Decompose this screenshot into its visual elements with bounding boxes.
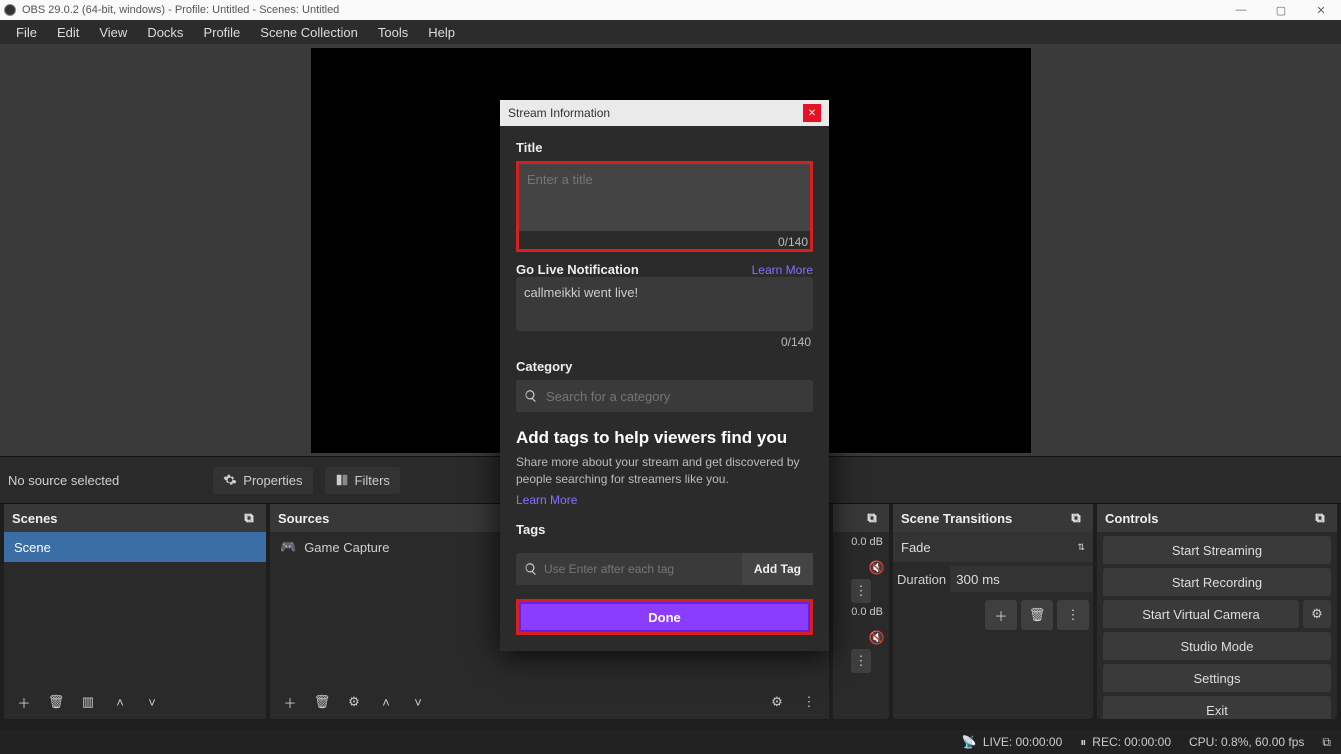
source-down-button[interactable]: ˅ [404, 688, 432, 716]
popout-icon[interactable]: ⧉ [1067, 509, 1085, 527]
remove-scene-button[interactable]: 🗑 [42, 688, 70, 716]
start-recording-button[interactable]: Start Recording [1103, 568, 1331, 596]
remove-transition-button[interactable]: 🗑 [1021, 600, 1053, 630]
filters-button[interactable]: Filters [325, 467, 400, 494]
title-count: 0/140 [519, 231, 810, 249]
gear-icon [223, 473, 237, 487]
audio-db-1: 0.0 dB [833, 536, 889, 548]
virtual-camera-settings-button[interactable]: ⚙ [1303, 600, 1331, 628]
cpu-status: CPU: 0.8%, 60.00 fps [1189, 735, 1304, 749]
title-label: Title [516, 140, 813, 155]
popout-icon[interactable]: ⧉ [240, 509, 258, 527]
scene-item[interactable]: Scene [4, 532, 266, 562]
done-highlight: Done [516, 599, 813, 635]
transitions-dock: Scene Transitions ⧉ Fade ⇅ Duration ▴▾ ＋… [893, 504, 1093, 719]
rec-status: REC: 00:00:00 [1092, 735, 1171, 749]
source-menu-button[interactable]: ⋮ [795, 688, 823, 716]
category-label: Category [516, 359, 813, 374]
add-source-button[interactable]: ＋ [276, 688, 304, 716]
stream-info-dialog: Stream Information ✕ Title 0/140 Go Live… [500, 100, 829, 651]
tags-input-wrap[interactable] [516, 553, 742, 585]
menu-file[interactable]: File [6, 22, 47, 43]
start-virtual-camera-button[interactable]: Start Virtual Camera [1103, 600, 1299, 628]
status-bar: 📡 LIVE: 00:00:00 ⏸ REC: 00:00:00 CPU: 0.8%… [0, 730, 1341, 754]
filters-icon [335, 473, 349, 487]
notif-input[interactable]: callmeikki went live! [516, 277, 813, 331]
menu-profile[interactable]: Profile [193, 22, 250, 43]
sources-title: Sources [278, 511, 329, 526]
leaf-icon: ⏸ [1080, 735, 1086, 750]
category-input[interactable] [546, 389, 805, 404]
search-icon [524, 562, 538, 576]
search-icon [524, 389, 538, 403]
maximize-button[interactable]: ▢ [1261, 4, 1301, 17]
controls-dock: Controls ⧉ Start Streaming Start Recordi… [1097, 504, 1337, 719]
gamepad-icon: 🎮 [280, 539, 296, 555]
broadcast-icon: 📡 [962, 735, 977, 749]
scenes-dock: Scenes ⧉ Scene ＋ 🗑 ▥ ˄ ˅ [4, 504, 266, 719]
dialog-title-text: Stream Information [508, 106, 610, 120]
add-scene-button[interactable]: ＋ [10, 688, 38, 716]
remove-source-button[interactable]: 🗑 [308, 688, 336, 716]
mute-icon[interactable]: 🔇 [869, 560, 885, 576]
transition-select[interactable]: Fade ⇅ [893, 532, 1093, 562]
start-streaming-button[interactable]: Start Streaming [1103, 536, 1331, 564]
audio-menu-button[interactable]: ⋮ [851, 579, 871, 603]
menu-docks[interactable]: Docks [137, 22, 193, 43]
close-button[interactable]: ✕ [1301, 4, 1341, 17]
source-gear-button[interactable]: ⚙ [763, 688, 791, 716]
transitions-title: Scene Transitions [901, 511, 1012, 526]
scenes-title: Scenes [12, 511, 58, 526]
controls-title: Controls [1105, 511, 1158, 526]
notif-count: 0/140 [516, 331, 813, 349]
dialog-titlebar[interactable]: Stream Information ✕ [500, 100, 829, 126]
source-up-button[interactable]: ˄ [372, 688, 400, 716]
scene-filter-button[interactable]: ▥ [74, 688, 102, 716]
menu-edit[interactable]: Edit [47, 22, 89, 43]
menu-tools[interactable]: Tools [368, 22, 418, 43]
tags-subtext: Share more about your stream and get dis… [516, 454, 813, 508]
window-titlebar: OBS 29.0.2 (64-bit, windows) - Profile: … [0, 0, 1341, 20]
studio-mode-button[interactable]: Studio Mode [1103, 632, 1331, 660]
category-search[interactable] [516, 380, 813, 412]
audio-db-2: 0.0 dB [833, 606, 889, 618]
add-tag-button[interactable]: Add Tag [742, 553, 813, 585]
scene-down-button[interactable]: ˅ [138, 688, 166, 716]
menu-help[interactable]: Help [418, 22, 465, 43]
chevron-updown-icon: ⇅ [1077, 542, 1085, 553]
dock-layout-icon[interactable]: ⧉ [1322, 735, 1331, 750]
notif-label: Go Live Notification [516, 262, 639, 277]
dialog-close-button[interactable]: ✕ [803, 104, 821, 122]
menu-scene-collection[interactable]: Scene Collection [250, 22, 368, 43]
exit-button[interactable]: Exit [1103, 696, 1331, 719]
tags-heading: Add tags to help viewers find you [516, 428, 813, 448]
done-button[interactable]: Done [519, 602, 810, 632]
no-source-label: No source selected [8, 473, 119, 488]
live-status: LIVE: 00:00:00 [983, 735, 1062, 749]
tags-learn-more-link[interactable]: Learn More [516, 492, 813, 509]
duration-input[interactable] [950, 566, 1093, 592]
properties-button[interactable]: Properties [213, 467, 312, 494]
scene-up-button[interactable]: ˄ [106, 688, 134, 716]
transition-menu-button[interactable]: ⋮ [1057, 600, 1089, 630]
menu-bar: File Edit View Docks Profile Scene Colle… [0, 20, 1341, 44]
tags-label: Tags [516, 522, 813, 537]
window-title: OBS 29.0.2 (64-bit, windows) - Profile: … [22, 4, 339, 16]
minimize-button[interactable]: — [1221, 4, 1261, 17]
title-input[interactable] [527, 172, 802, 220]
source-settings-button[interactable]: ⚙ [340, 688, 368, 716]
audio-mixer-dock: ⧉ 0.0 dB 🔇 ⋮ 0.0 dB 🔇 ⋮ [833, 504, 889, 719]
audio-menu-button[interactable]: ⋮ [851, 649, 871, 673]
learn-more-link[interactable]: Learn More [752, 263, 813, 277]
duration-label: Duration [897, 572, 946, 587]
menu-view[interactable]: View [89, 22, 137, 43]
popout-icon[interactable]: ⧉ [863, 509, 881, 527]
mute-icon[interactable]: 🔇 [869, 630, 885, 646]
popout-icon[interactable]: ⧉ [1311, 509, 1329, 527]
settings-button[interactable]: Settings [1103, 664, 1331, 692]
obs-logo-icon [4, 4, 16, 16]
add-transition-button[interactable]: ＋ [985, 600, 1017, 630]
title-field-highlight: 0/140 [516, 161, 813, 252]
tags-input[interactable] [544, 562, 734, 576]
